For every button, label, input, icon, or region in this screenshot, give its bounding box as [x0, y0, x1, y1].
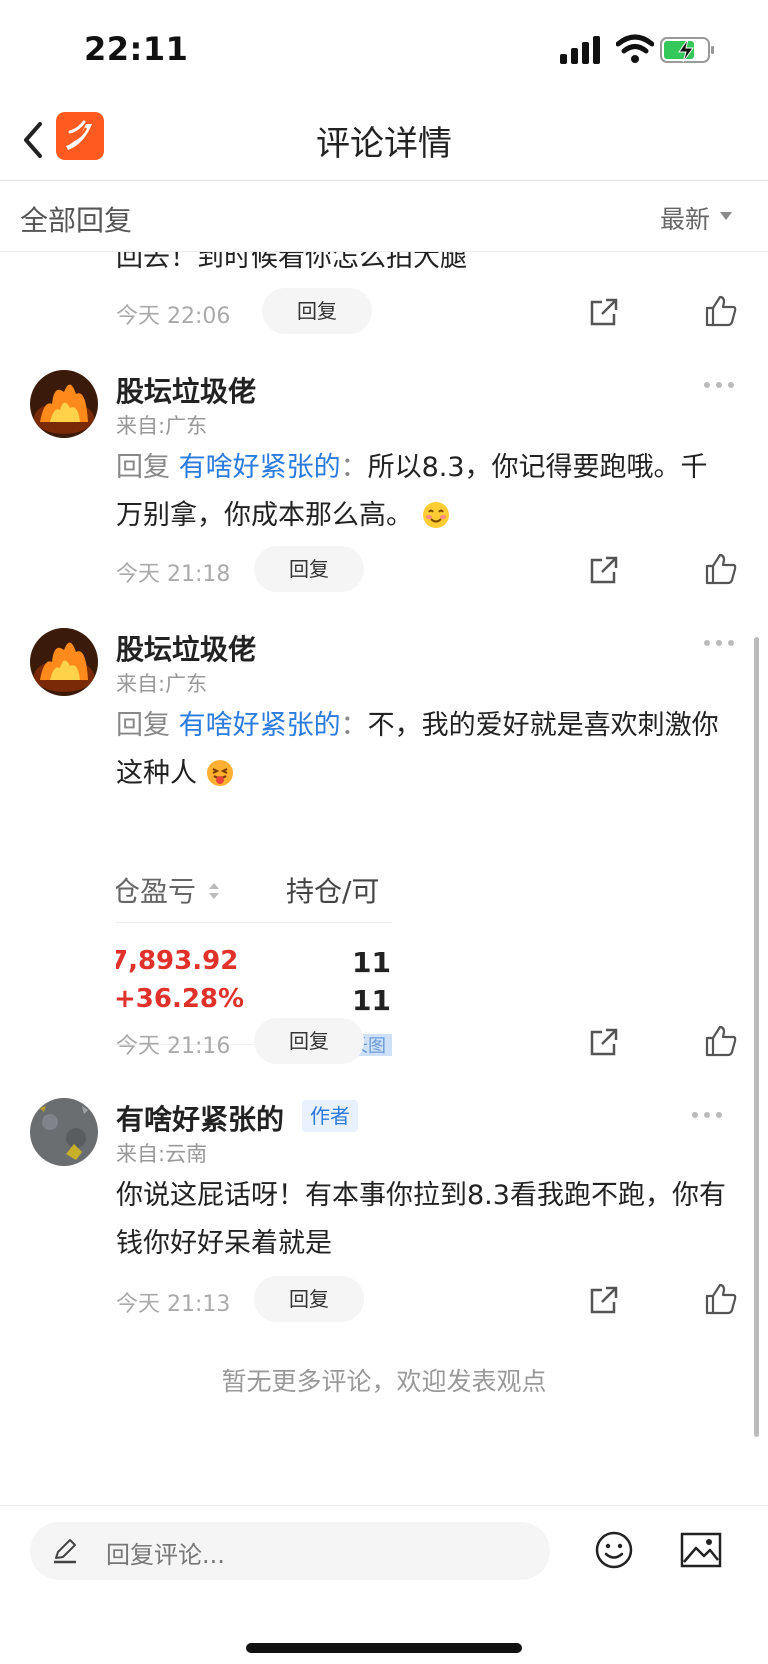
attachment-col1: 仓盈亏 [116, 875, 197, 908]
avatar[interactable] [30, 370, 98, 438]
share-icon[interactable] [588, 1026, 620, 1058]
smile-emoji-icon [422, 502, 449, 528]
commenter-name[interactable]: 股坛垃圾佬 [116, 628, 256, 668]
more-options-icon[interactable] [702, 380, 736, 390]
comment-time: 今天 21:18 [116, 562, 231, 587]
status-time: 22:11 [84, 30, 189, 68]
comment-text: 回去！到时候看你怎么拍大腿 [116, 252, 467, 273]
comment-time: 今天 21:16 [116, 1034, 231, 1059]
avatar[interactable] [30, 628, 98, 696]
more-options-icon[interactable] [690, 1110, 724, 1120]
scrollbar[interactable] [754, 637, 759, 1437]
attachment-profit-value: 7,893.92 [116, 946, 239, 976]
reply-button[interactable]: 回复 [254, 1018, 364, 1064]
sort-caret-icon[interactable] [720, 212, 732, 220]
comment-time: 今天 21:13 [116, 1292, 231, 1317]
attachment-profit-pct: +36.28% [116, 984, 245, 1014]
reply-input-placeholder: 回复评论... [106, 1541, 225, 1569]
signal-icon [560, 36, 600, 64]
status-bar: 22:11 [0, 0, 768, 100]
commenter-location: 来自:广东 [116, 672, 208, 696]
filter-bar: 全部回复 最新 [0, 181, 768, 252]
commenter-name[interactable]: 有啥好紧张的 [116, 1098, 284, 1138]
commenter-name[interactable]: 股坛垃圾佬 [116, 370, 256, 410]
mention-link[interactable]: 有啥好紧张的 [179, 452, 341, 483]
avatar[interactable] [30, 1098, 98, 1166]
emoji-picker-icon[interactable] [594, 1530, 634, 1570]
reply-button[interactable]: 回复 [262, 288, 372, 334]
thumbs-up-icon[interactable] [704, 294, 738, 328]
reply-prefix: 回复 [116, 452, 179, 483]
thumbs-up-icon[interactable] [704, 1282, 738, 1316]
commenter-location: 来自:广东 [116, 414, 208, 438]
thumbs-up-icon[interactable] [704, 552, 738, 586]
mention-link[interactable]: 有啥好紧张的 [179, 710, 341, 741]
sort-dropdown[interactable]: 最新 [660, 200, 710, 236]
attachment-available-value: 116 [352, 984, 392, 1017]
reply-button[interactable]: 回复 [254, 546, 364, 592]
author-badge: 作者 [302, 1100, 358, 1132]
pencil-icon [54, 1539, 76, 1564]
comment-text: 你说这屁话呀！有本事你拉到8.3看我跑不跑，你有钱你好好呆着就是 [116, 1180, 726, 1259]
tongue-emoji-icon [206, 760, 233, 786]
sort-arrows-icon [209, 883, 219, 899]
reply-colon: ： [340, 452, 368, 483]
comment-time: 今天 22:06 [116, 304, 231, 329]
comment-text: 回复 有啥好紧张的：不，我的爱好就是喜欢刺激你这种人 [116, 702, 728, 798]
battery-charging-icon [660, 37, 714, 63]
home-indicator [246, 1643, 522, 1653]
attachment-col2: 持仓/可 [286, 875, 380, 908]
page-title: 评论详情 [316, 124, 452, 164]
reply-prefix: 回复 [116, 710, 179, 741]
wifi-icon [616, 34, 654, 63]
more-options-icon[interactable] [702, 638, 736, 648]
reply-button[interactable]: 回复 [254, 1276, 364, 1322]
attachment-position-value: 116 [352, 946, 392, 979]
image-picker-icon[interactable] [680, 1532, 722, 1568]
thumbs-up-icon[interactable] [704, 1024, 738, 1058]
share-icon[interactable] [588, 1284, 620, 1316]
bottom-input-bar: 回复评论... [0, 1505, 768, 1664]
end-of-list-note: 暂无更多评论，欢迎发表观点 [221, 1367, 547, 1396]
share-icon[interactable] [588, 554, 620, 586]
reply-colon: ： [340, 710, 368, 741]
comment-text: 回复 有啥好紧张的：所以8.3，你记得要跑哦。千万别拿，你成本那么高。 [116, 444, 728, 540]
share-icon[interactable] [588, 296, 620, 328]
all-replies-label: 全部回复 [20, 204, 133, 237]
divider [116, 922, 392, 923]
commenter-location: 来自:云南 [116, 1142, 208, 1166]
reply-input[interactable]: 回复评论... [30, 1522, 550, 1580]
comment-list: 回去！到时候看你怎么拍大腿 今天 22:06 回复 股坛垃圾佬 来自:广东 回复… [0, 252, 768, 1505]
